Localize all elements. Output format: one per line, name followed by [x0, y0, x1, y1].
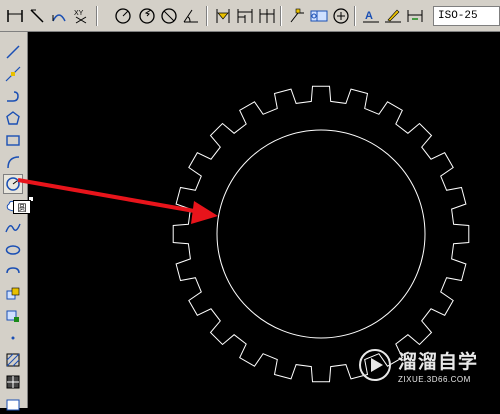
play-logo-icon: [359, 349, 391, 381]
watermark-brand: 溜溜自学: [398, 350, 479, 373]
watermark-url: ZIXUE.3D66.COM: [398, 374, 471, 384]
watermark: 溜溜自学 ZIXUE.3D66.COM: [352, 340, 480, 390]
tool-tooltip: 圆: [13, 200, 31, 214]
